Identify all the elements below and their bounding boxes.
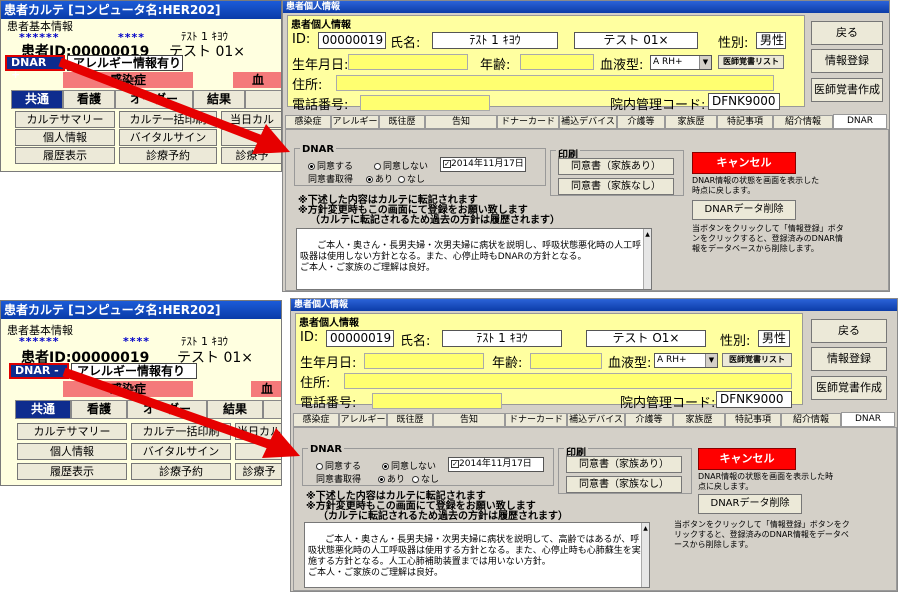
- arrow-bottom: [62, 367, 300, 458]
- annotation-arrows: [58, 57, 300, 458]
- arrow-top: [58, 57, 290, 154]
